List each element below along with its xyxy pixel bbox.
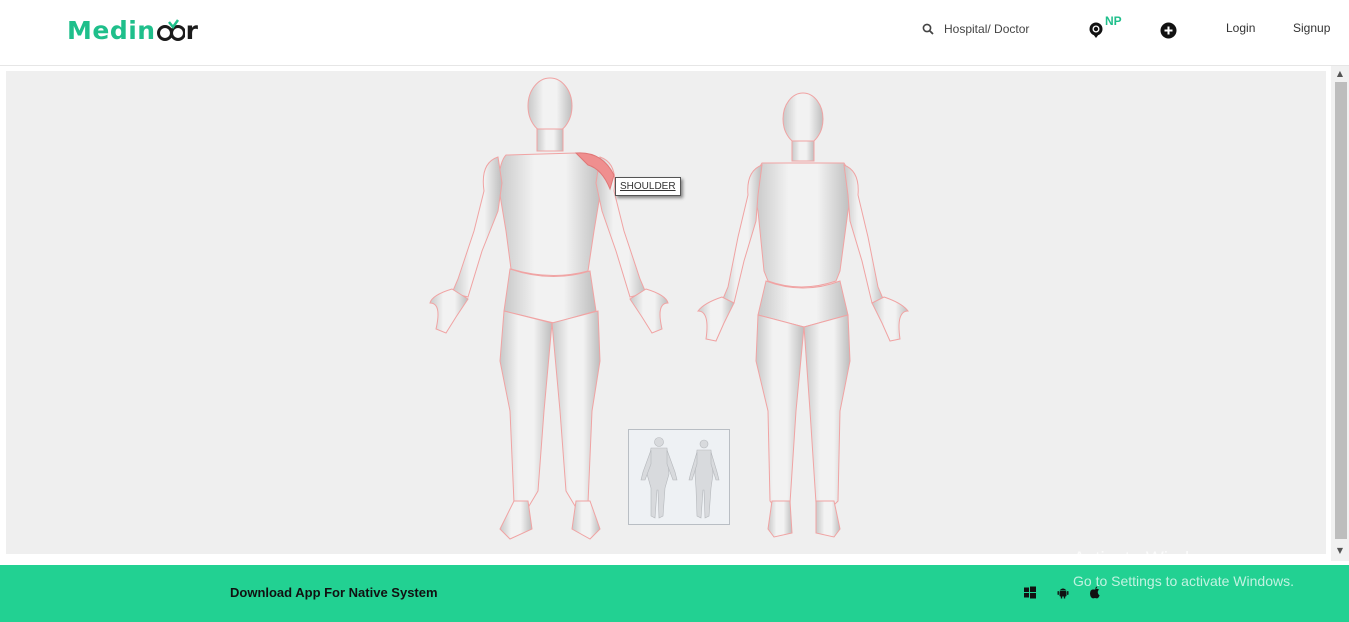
male-right-leg[interactable] <box>551 310 601 512</box>
female-head[interactable] <box>782 92 824 146</box>
male-left-leg[interactable] <box>499 310 553 512</box>
male-head[interactable] <box>527 77 573 135</box>
female-left-leg[interactable] <box>755 314 805 512</box>
medinoor-logo[interactable]: Medin r <box>67 14 198 46</box>
back-view-figures <box>640 437 720 519</box>
male-left-hand[interactable] <box>429 288 469 334</box>
male-left-foot[interactable] <box>499 500 533 540</box>
logo-prefix: Medin <box>67 15 156 45</box>
header: Medin r Hospital/ Doctor NP Login Signup <box>0 0 1349 66</box>
back-view-thumbnail[interactable] <box>628 429 730 525</box>
plus-circle-icon[interactable] <box>1160 22 1177 39</box>
male-torso[interactable] <box>497 152 603 277</box>
scroll-up-icon[interactable]: ▲ <box>1333 68 1347 80</box>
location-pin-icon[interactable] <box>1088 21 1104 39</box>
male-neck[interactable] <box>536 128 564 152</box>
female-left-hand[interactable] <box>697 296 735 342</box>
location-badge: NP <box>1105 14 1122 28</box>
search-icon[interactable] <box>922 23 934 35</box>
female-right-leg[interactable] <box>803 314 851 512</box>
female-torso[interactable] <box>754 162 852 288</box>
female-neck[interactable] <box>791 140 815 162</box>
female-right-foot[interactable] <box>815 500 841 538</box>
login-link[interactable]: Login <box>1226 21 1255 35</box>
watermark-line-1: Activate Windows <box>1073 549 1223 570</box>
search-label[interactable]: Hospital/ Doctor <box>944 22 1029 36</box>
logo-mark-icon <box>156 19 185 41</box>
female-left-foot[interactable] <box>767 500 793 538</box>
download-app-text: Download App For Native System <box>230 585 438 600</box>
female-right-hand[interactable] <box>871 296 909 342</box>
female-right-arm[interactable] <box>843 164 885 304</box>
logo-suffix: r <box>185 15 199 45</box>
windows-activation-watermark: Activate Windows Go to Settings to activ… <box>1073 549 1294 589</box>
watermark-line-2: Go to Settings to activate Windows. <box>1073 573 1294 589</box>
location-selector[interactable]: NP <box>1088 14 1128 42</box>
scrollbar-thumb[interactable] <box>1335 82 1347 539</box>
male-right-hand[interactable] <box>629 288 669 334</box>
region-tooltip: SHOULDER <box>615 177 681 196</box>
windows-icon[interactable] <box>1024 586 1036 599</box>
male-right-foot[interactable] <box>571 500 601 540</box>
android-icon[interactable] <box>1057 586 1069 599</box>
signup-link[interactable]: Signup <box>1293 21 1330 35</box>
search-bar[interactable]: Hospital/ Doctor <box>922 22 1029 36</box>
male-left-arm[interactable] <box>451 156 503 298</box>
scroll-down-icon[interactable]: ▼ <box>1333 545 1347 557</box>
female-left-arm[interactable] <box>721 164 763 304</box>
